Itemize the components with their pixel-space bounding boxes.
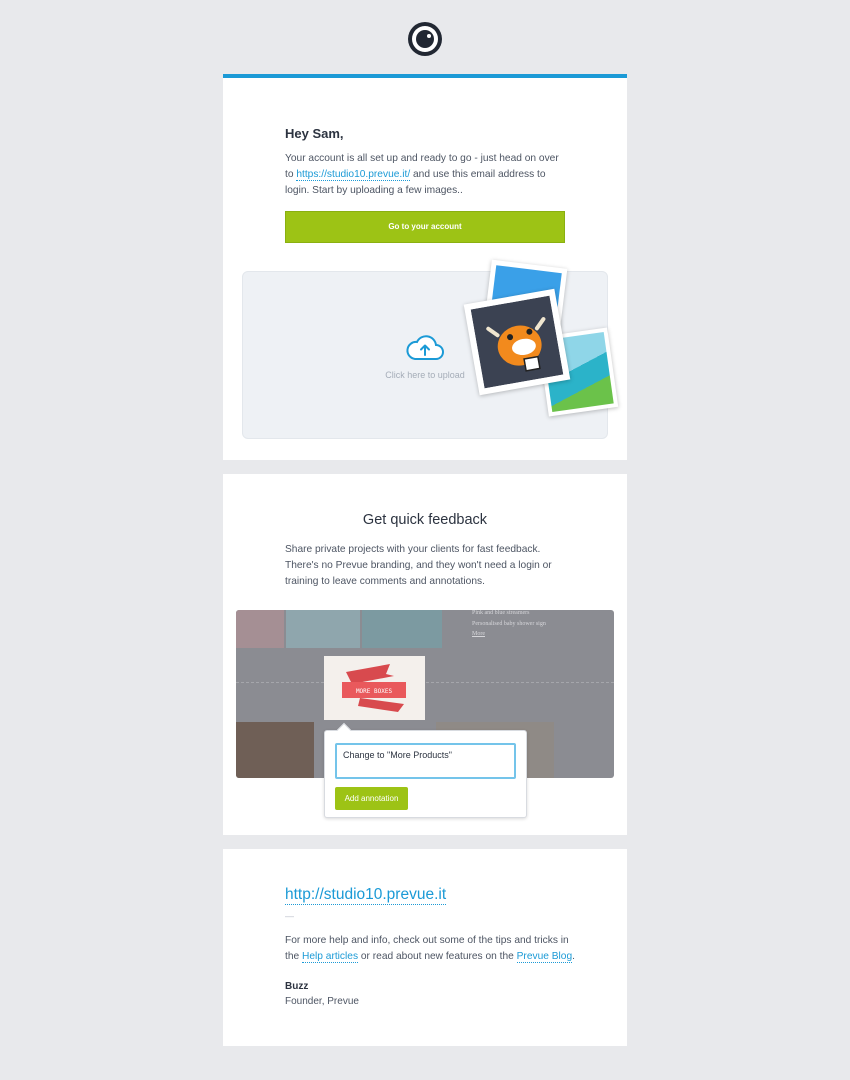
thumbnail xyxy=(236,610,284,648)
highlighted-image: MORE BOXES xyxy=(324,656,425,720)
footer-card: http://studio10.prevue.it — For more hel… xyxy=(223,849,627,1046)
signature-role: Founder, Prevue xyxy=(285,996,359,1007)
add-annotation-button[interactable]: Add annotation xyxy=(335,787,408,810)
help-articles-link[interactable]: Help articles xyxy=(302,951,359,963)
sample-photo-front xyxy=(463,288,571,396)
feedback-title: Get quick feedback xyxy=(362,512,488,528)
greeting: Hey Sam, xyxy=(285,126,344,141)
banner-text: MORE BOXES xyxy=(356,688,393,695)
divider xyxy=(236,682,614,690)
signature-name: Buzz xyxy=(285,981,309,992)
studio-url-link[interactable]: http://studio10.prevue.it xyxy=(285,886,447,905)
intro-paragraph: Your account is all set up and ready to … xyxy=(285,153,559,196)
sample-images-stack xyxy=(463,259,623,417)
cow-illustration-icon xyxy=(470,295,564,389)
prevue-blog-link[interactable]: Prevue Blog xyxy=(516,951,573,963)
account-link[interactable]: https://studio10.prevue.it/ xyxy=(296,169,411,181)
thumbnail xyxy=(286,610,360,648)
welcome-card: Hey Sam, Your account is all set up and … xyxy=(223,74,627,460)
cloud-upload-icon xyxy=(406,335,444,360)
thumbnail xyxy=(362,610,442,648)
thumbnail xyxy=(236,722,314,778)
feedback-card: Get quick feedback Share private project… xyxy=(223,474,627,835)
screenshot-text: Personalised baby shower sign xyxy=(472,621,546,627)
go-to-account-button[interactable]: Go to your account xyxy=(285,211,565,243)
screenshot-text: More xyxy=(472,631,485,637)
feedback-description: Share private projects with your clients… xyxy=(285,544,552,587)
annotation-popup: Change to "More Products" Add annotation xyxy=(324,722,527,818)
prevue-logo-icon xyxy=(408,22,442,56)
help-paragraph: For more help and info, check out some o… xyxy=(285,935,575,963)
more-boxes-banner-icon: MORE BOXES xyxy=(342,664,406,712)
screenshot-text: Pink and blue streamers xyxy=(472,610,530,616)
separator: — xyxy=(285,911,294,921)
annotation-input[interactable]: Change to "More Products" xyxy=(335,743,516,779)
